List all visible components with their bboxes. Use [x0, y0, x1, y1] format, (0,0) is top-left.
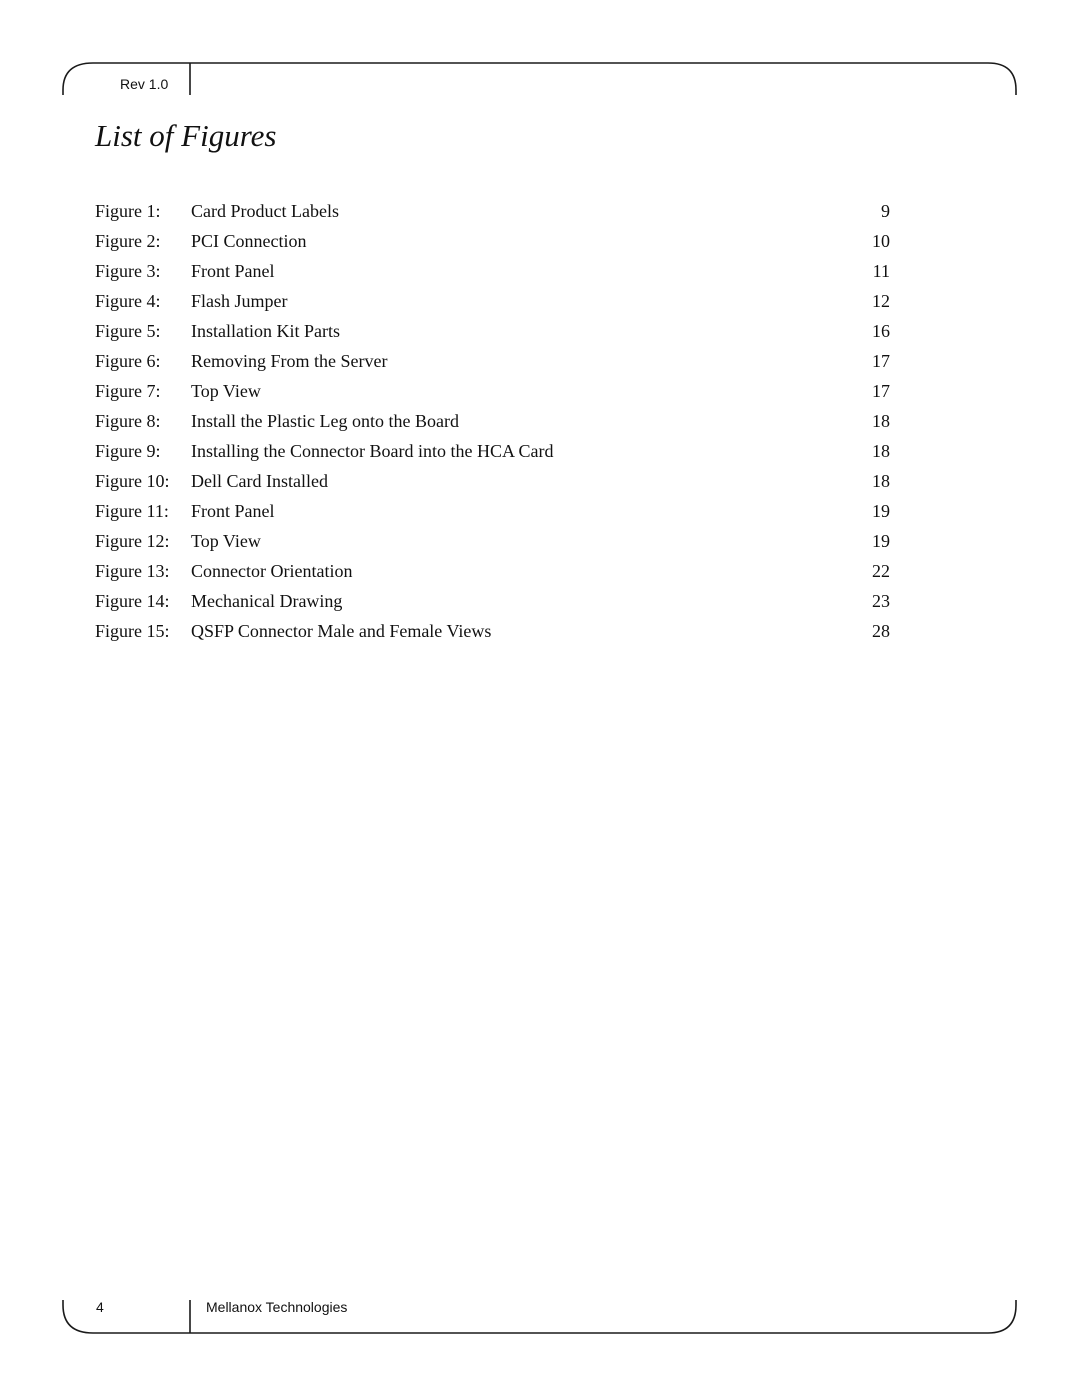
figure-number: Figure 8:: [95, 411, 161, 431]
figure-number: Figure 3:: [95, 261, 161, 281]
figure-number: Figure 6:: [95, 351, 161, 371]
figure-page-number: 9: [881, 201, 890, 221]
figure-title: Install the Plastic Leg onto the Board: [191, 411, 459, 431]
figure-list-entry[interactable]: Figure 12: Top View 19: [95, 529, 890, 559]
figure-page-number: 12: [872, 291, 890, 311]
figure-title: Front Panel: [191, 261, 275, 281]
figure-number: Figure 10:: [95, 471, 170, 491]
figure-title: Card Product Labels: [191, 201, 339, 221]
footer-company-name: Mellanox Technologies: [206, 1299, 348, 1315]
figure-list-entry[interactable]: Figure 15: QSFP Connector Male and Female…: [95, 619, 890, 649]
figure-number: Figure 7:: [95, 381, 161, 401]
figure-number: Figure 9:: [95, 441, 161, 461]
figure-list-entry[interactable]: Figure 2: PCI Connection 10: [95, 229, 890, 259]
figure-page-number: 19: [872, 531, 890, 551]
figure-page-number: 10: [872, 231, 890, 251]
figure-number: Figure 15:: [95, 621, 170, 641]
figure-title: Mechanical Drawing: [191, 591, 343, 611]
figure-page-number: 17: [872, 381, 890, 401]
figure-list-entry[interactable]: Figure 7: Top View 17: [95, 379, 890, 409]
figure-page-number: 18: [872, 411, 890, 431]
footer-page-number: 4: [96, 1299, 104, 1315]
figure-page-number: 22: [872, 561, 890, 581]
figure-number: Figure 1:: [95, 201, 161, 221]
figure-number: Figure 14:: [95, 591, 170, 611]
figure-list-entry[interactable]: Figure 1: Card Product Labels 9: [95, 199, 890, 229]
figure-list-entry[interactable]: Figure 3: Front Panel 11: [95, 259, 890, 289]
figure-title: Dell Card Installed: [191, 471, 328, 491]
figure-list-entry[interactable]: Figure 14: Mechanical Drawing 23: [95, 589, 890, 619]
figure-page-number: 18: [872, 441, 890, 461]
figure-number: Figure 4:: [95, 291, 161, 311]
figure-list-entry[interactable]: Figure 10: Dell Card Installed 18: [95, 469, 890, 499]
figure-number: Figure 5:: [95, 321, 161, 341]
figure-title: Flash Jumper: [191, 291, 288, 311]
header-frame-line: [62, 62, 1017, 95]
figure-number: Figure 2:: [95, 231, 161, 251]
figure-title: Front Panel: [191, 501, 275, 521]
figure-page-number: 16: [872, 321, 890, 341]
figure-list-entry[interactable]: Figure 11: Front Panel 19: [95, 499, 890, 529]
figure-number: Figure 13:: [95, 561, 170, 581]
figure-page-number: 17: [872, 351, 890, 371]
figure-list-entry[interactable]: Figure 6: Removing From the Server 17: [95, 349, 890, 379]
revision-label: Rev 1.0: [120, 76, 169, 92]
figure-page-number: 11: [872, 261, 890, 281]
figure-page-number: 19: [872, 501, 890, 521]
figure-list-entry[interactable]: Figure 13: Connector Orientation 22: [95, 559, 890, 589]
figure-title: Installation Kit Parts: [191, 321, 340, 341]
page-title: List of Figures: [95, 118, 277, 153]
figure-title: QSFP Connector Male and Female Views: [191, 621, 492, 641]
figure-page-number: 28: [872, 621, 890, 641]
figure-title: Installing the Connector Board into the …: [191, 441, 554, 461]
figure-title: PCI Connection: [191, 231, 307, 251]
figure-list-entry[interactable]: Figure 4: Flash Jumper 12: [95, 289, 890, 319]
figure-page-number: 18: [872, 471, 890, 491]
figure-page-number: 23: [872, 591, 890, 611]
figure-number: Figure 11:: [95, 501, 169, 521]
figure-title: Top View: [191, 531, 261, 551]
figure-title: Connector Orientation: [191, 561, 353, 581]
figure-title: Top View: [191, 381, 261, 401]
figure-list: Figure 1: Card Product Labels 9 Figure 2: PC…: [95, 199, 890, 649]
figure-list-entry[interactable]: Figure 9: Installing the Connector Board …: [95, 439, 890, 469]
figure-list-entry[interactable]: Figure 8: Install the Plastic Leg onto th…: [95, 409, 890, 439]
figure-number: Figure 12:: [95, 531, 170, 551]
figure-title: Removing From the Server: [191, 351, 388, 371]
figure-list-entry[interactable]: Figure 5: Installation Kit Parts 16: [95, 319, 890, 349]
